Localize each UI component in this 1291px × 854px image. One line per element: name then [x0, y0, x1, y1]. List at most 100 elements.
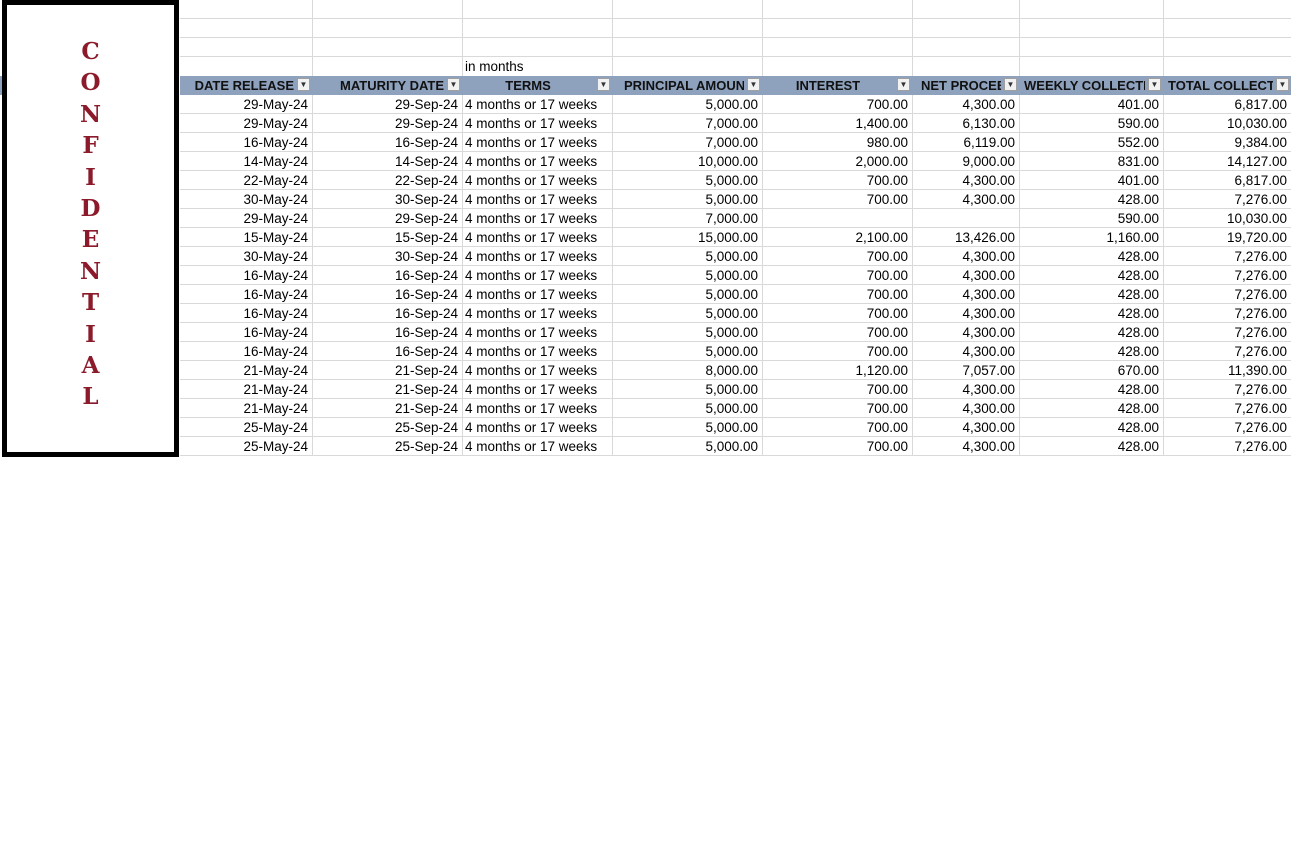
cell-maturity-date[interactable]: 29-Sep-24: [312, 209, 462, 228]
filter-dropdown-icon[interactable]: ▼: [1004, 78, 1017, 91]
cell-maturity-date[interactable]: 29-Sep-24: [312, 95, 462, 114]
cell-principal-amount[interactable]: 5,000.00: [612, 418, 762, 437]
cell-principal-amount[interactable]: 8,000.00: [612, 361, 762, 380]
cell-date-release[interactable]: 16-May-24: [180, 323, 312, 342]
cell-interest[interactable]: 2,100.00: [762, 228, 912, 247]
filter-dropdown-icon[interactable]: ▼: [447, 78, 460, 91]
cell-date-release[interactable]: 16-May-24: [180, 133, 312, 152]
cell-total-collection[interactable]: 11,390.00: [1163, 361, 1291, 380]
cell-total-collection[interactable]: 6,817.00: [1163, 95, 1291, 114]
cell-terms[interactable]: 4 months or 17 weeks: [462, 285, 612, 304]
cell-interest[interactable]: 700.00: [762, 380, 912, 399]
cell-interest[interactable]: 700.00: [762, 95, 912, 114]
cell-terms[interactable]: 4 months or 17 weeks: [462, 114, 612, 133]
header-net-proceeds[interactable]: NET PROCEEDS ▼: [912, 76, 1019, 95]
cell-total-collection[interactable]: 7,276.00: [1163, 437, 1291, 456]
filter-dropdown-icon[interactable]: ▼: [597, 78, 610, 91]
terms-note-cell[interactable]: in months: [462, 57, 612, 76]
cell-total-collection[interactable]: 7,276.00: [1163, 380, 1291, 399]
cell-interest[interactable]: 700.00: [762, 323, 912, 342]
cell-date-release[interactable]: 16-May-24: [180, 342, 312, 361]
cell-principal-amount[interactable]: 5,000.00: [612, 171, 762, 190]
cell-principal-amount[interactable]: 5,000.00: [612, 247, 762, 266]
cell-maturity-date[interactable]: 21-Sep-24: [312, 380, 462, 399]
cell-net-proceeds[interactable]: 4,300.00: [912, 247, 1019, 266]
cell-weekly-collection[interactable]: 428.00: [1019, 437, 1163, 456]
cell-date-release[interactable]: 16-May-24: [180, 304, 312, 323]
cell-total-collection[interactable]: 9,384.00: [1163, 133, 1291, 152]
cell-weekly-collection[interactable]: 428.00: [1019, 266, 1163, 285]
cell-date-release[interactable]: 25-May-24: [180, 418, 312, 437]
cell-principal-amount[interactable]: 10,000.00: [612, 152, 762, 171]
cell-total-collection[interactable]: 7,276.00: [1163, 190, 1291, 209]
cell-principal-amount[interactable]: 7,000.00: [612, 114, 762, 133]
cell-terms[interactable]: 4 months or 17 weeks: [462, 418, 612, 437]
cell-net-proceeds[interactable]: [912, 209, 1019, 228]
cell-interest[interactable]: 1,400.00: [762, 114, 912, 133]
cell-interest[interactable]: 700.00: [762, 304, 912, 323]
filter-dropdown-icon[interactable]: ▼: [1148, 78, 1161, 91]
cell-interest[interactable]: [762, 209, 912, 228]
cell-terms[interactable]: 4 months or 17 weeks: [462, 437, 612, 456]
cell-weekly-collection[interactable]: 428.00: [1019, 304, 1163, 323]
cell-principal-amount[interactable]: 7,000.00: [612, 133, 762, 152]
cell-weekly-collection[interactable]: 428.00: [1019, 399, 1163, 418]
cell-total-collection[interactable]: 10,030.00: [1163, 209, 1291, 228]
cell-date-release[interactable]: 22-May-24: [180, 171, 312, 190]
cell-date-release[interactable]: 14-May-24: [180, 152, 312, 171]
cell-principal-amount[interactable]: 5,000.00: [612, 323, 762, 342]
cell-terms[interactable]: 4 months or 17 weeks: [462, 190, 612, 209]
cell-principal-amount[interactable]: 5,000.00: [612, 380, 762, 399]
cell-weekly-collection[interactable]: 670.00: [1019, 361, 1163, 380]
cell-net-proceeds[interactable]: 4,300.00: [912, 380, 1019, 399]
filter-dropdown-icon[interactable]: ▼: [1276, 78, 1289, 91]
cell-net-proceeds[interactable]: 6,130.00: [912, 114, 1019, 133]
cell-total-collection[interactable]: 7,276.00: [1163, 266, 1291, 285]
cell-net-proceeds[interactable]: 4,300.00: [912, 323, 1019, 342]
cell-maturity-date[interactable]: 30-Sep-24: [312, 190, 462, 209]
cell-net-proceeds[interactable]: 4,300.00: [912, 437, 1019, 456]
cell-date-release[interactable]: 21-May-24: [180, 380, 312, 399]
cell-interest[interactable]: 700.00: [762, 247, 912, 266]
cell-net-proceeds[interactable]: 4,300.00: [912, 399, 1019, 418]
cell-maturity-date[interactable]: 16-Sep-24: [312, 285, 462, 304]
cell-principal-amount[interactable]: 5,000.00: [612, 304, 762, 323]
header-maturity-date[interactable]: MATURITY DATE ▼: [312, 76, 462, 95]
cell-total-collection[interactable]: 19,720.00: [1163, 228, 1291, 247]
cell-weekly-collection[interactable]: 428.00: [1019, 190, 1163, 209]
cell-net-proceeds[interactable]: 4,300.00: [912, 304, 1019, 323]
cell-weekly-collection[interactable]: 401.00: [1019, 95, 1163, 114]
cell-total-collection[interactable]: 10,030.00: [1163, 114, 1291, 133]
cell-maturity-date[interactable]: 16-Sep-24: [312, 323, 462, 342]
cell-interest[interactable]: 700.00: [762, 418, 912, 437]
cell-principal-amount[interactable]: 5,000.00: [612, 266, 762, 285]
header-principal-amount[interactable]: PRINCIPAL AMOUNT ▼: [612, 76, 762, 95]
cell-principal-amount[interactable]: 15,000.00: [612, 228, 762, 247]
cell-terms[interactable]: 4 months or 17 weeks: [462, 266, 612, 285]
cell-terms[interactable]: 4 months or 17 weeks: [462, 304, 612, 323]
cell-interest[interactable]: 2,000.00: [762, 152, 912, 171]
cell-weekly-collection[interactable]: 428.00: [1019, 247, 1163, 266]
header-weekly-collection[interactable]: WEEKLY COLLECTION ▼: [1019, 76, 1163, 95]
cell-terms[interactable]: 4 months or 17 weeks: [462, 228, 612, 247]
cell-terms[interactable]: 4 months or 17 weeks: [462, 133, 612, 152]
cell-principal-amount[interactable]: 5,000.00: [612, 95, 762, 114]
cell-maturity-date[interactable]: 14-Sep-24: [312, 152, 462, 171]
cell-date-release[interactable]: 15-May-24: [180, 228, 312, 247]
cell-date-release[interactable]: 16-May-24: [180, 285, 312, 304]
cell-maturity-date[interactable]: 16-Sep-24: [312, 342, 462, 361]
cell-terms[interactable]: 4 months or 17 weeks: [462, 342, 612, 361]
cell-interest[interactable]: 980.00: [762, 133, 912, 152]
cell-principal-amount[interactable]: 5,000.00: [612, 285, 762, 304]
cell-net-proceeds[interactable]: 4,300.00: [912, 418, 1019, 437]
cell-weekly-collection[interactable]: 428.00: [1019, 380, 1163, 399]
cell-terms[interactable]: 4 months or 17 weeks: [462, 152, 612, 171]
cell-date-release[interactable]: 25-May-24: [180, 437, 312, 456]
cell-total-collection[interactable]: 7,276.00: [1163, 342, 1291, 361]
cell-maturity-date[interactable]: 25-Sep-24: [312, 437, 462, 456]
cell-date-release[interactable]: 21-May-24: [180, 361, 312, 380]
cell-total-collection[interactable]: 7,276.00: [1163, 247, 1291, 266]
cell-interest[interactable]: 700.00: [762, 266, 912, 285]
cell-terms[interactable]: 4 months or 17 weeks: [462, 361, 612, 380]
cell-net-proceeds[interactable]: 4,300.00: [912, 171, 1019, 190]
